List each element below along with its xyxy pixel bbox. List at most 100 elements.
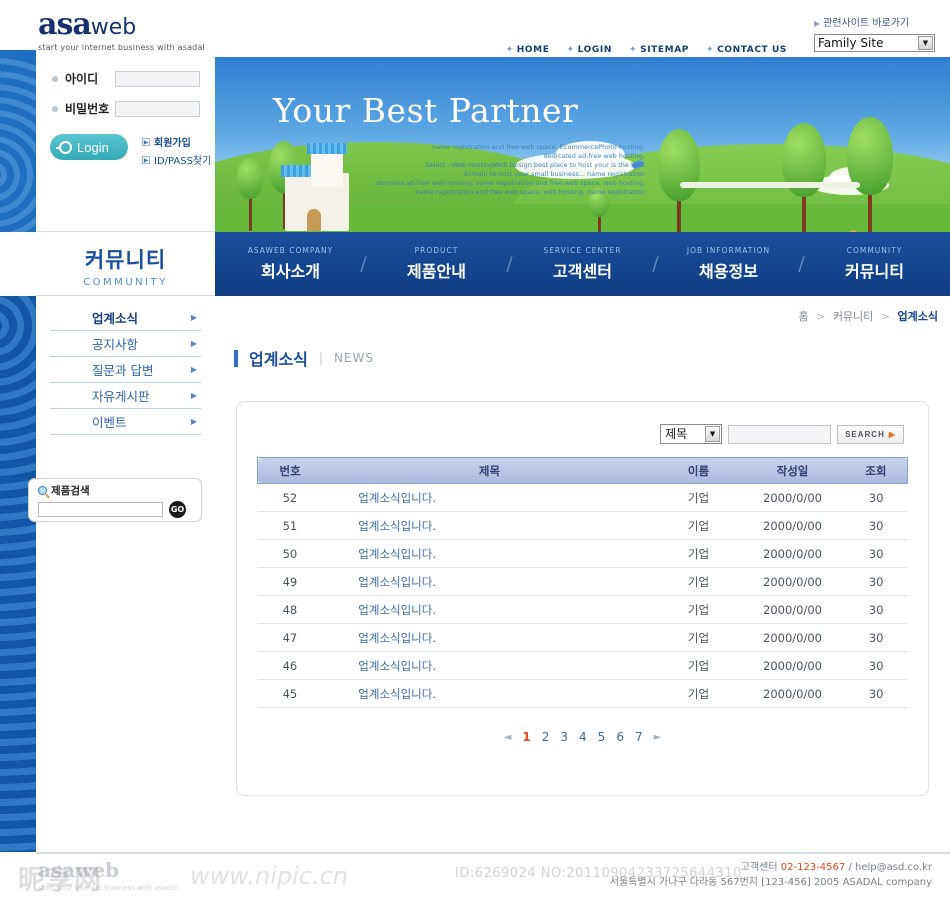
- join-link[interactable]: ▶ 회원가입: [142, 134, 211, 149]
- product-search-input[interactable]: [38, 502, 163, 517]
- nav-item-ko: 고객센터: [553, 262, 612, 281]
- sidebar-item-qna[interactable]: 질문과 답변 ▶: [50, 357, 201, 383]
- search-button[interactable]: SEARCH ▶: [837, 424, 904, 444]
- topnav-item-contact-us[interactable]: ✦ CONTACT US: [706, 45, 787, 55]
- login-button[interactable]: Login: [50, 134, 128, 160]
- cell-subject[interactable]: 업계소식입니다.: [322, 567, 657, 596]
- bullet-icon: ✦: [505, 45, 514, 55]
- pagination-page-3[interactable]: 3: [560, 730, 568, 744]
- pagination-page-5[interactable]: 5: [598, 730, 606, 744]
- table-row[interactable]: 52 업계소식입니다. 기업 2000/0/00 30: [257, 483, 908, 512]
- nav-item-community[interactable]: COMMUNITY 커뮤니티: [816, 246, 934, 282]
- cell-date: 2000/0/00: [740, 679, 845, 708]
- cell-name: 기업: [656, 623, 741, 652]
- triangle-right-icon: ▶: [142, 137, 150, 146]
- pagination-page-1[interactable]: 1: [522, 730, 530, 744]
- login-actions: Login ▶ 회원가입 ▶ ID/PASS찾기: [50, 134, 215, 170]
- product-search-title: 제품검색: [29, 479, 201, 498]
- product-search-go-button[interactable]: GO: [169, 501, 186, 518]
- banner-line: Select --Web HostingWeb Design best plac…: [425, 161, 645, 169]
- top-navigation: ✦ HOME ✦ LOGIN ✦ SITEMAP ✦ CONTACT US: [506, 45, 787, 55]
- topnav-item-sitemap[interactable]: ✦ SITEMAP: [629, 45, 689, 55]
- breadcrumb: 홈 > 커뮤니티 > 업계소식: [215, 296, 950, 324]
- table-row[interactable]: 49 업계소식입니다. 기업 2000/0/00 30: [257, 567, 908, 596]
- site-logo[interactable]: asaweb start your internet business with…: [38, 10, 205, 53]
- chevron-down-icon: ▼: [918, 36, 933, 50]
- flower-basket-decoration: [815, 225, 879, 232]
- topnav-item-login[interactable]: ✦ LOGIN: [566, 45, 612, 55]
- banner-line: name registration and free web space. Ec…: [431, 143, 645, 151]
- pagination-page-6[interactable]: 6: [616, 730, 624, 744]
- table-row[interactable]: 48 업계소식입니다. 기업 2000/0/00 30: [257, 595, 908, 624]
- sidebar-item-free-board[interactable]: 자유게시판 ▶: [50, 383, 201, 409]
- login-password-input[interactable]: [115, 100, 200, 117]
- pagination-page-2[interactable]: 2: [542, 730, 550, 744]
- nav-item-en: ASAWEB COMPANY: [247, 246, 334, 255]
- search-input[interactable]: [728, 424, 832, 444]
- hero-banner: Your Best Partner name registration and …: [215, 57, 950, 232]
- sidebar-item-label: 업계소식: [92, 311, 139, 326]
- sidebar-item-industry-news[interactable]: 업계소식 ▶: [50, 305, 201, 331]
- nav-item-product[interactable]: PRODUCT 제품안내: [378, 246, 496, 282]
- left-rail-middle: [0, 232, 36, 296]
- pagination-next-button[interactable]: ►: [654, 732, 662, 743]
- cell-no: 45: [257, 679, 323, 708]
- cell-no: 46: [257, 651, 323, 680]
- cell-subject[interactable]: 업계소식입니다.: [322, 651, 657, 680]
- site-header: asaweb start your internet business with…: [0, 0, 950, 57]
- nav-item-job-information[interactable]: JOB INFORMATION 채용정보: [670, 246, 788, 282]
- breadcrumb-home[interactable]: 홈: [798, 310, 808, 323]
- cell-name: 기업: [656, 651, 741, 680]
- nav-item-en: JOB INFORMATION: [686, 246, 771, 255]
- table-row[interactable]: 46 업계소식입니다. 기업 2000/0/00 30: [257, 651, 908, 680]
- table-row[interactable]: 45 업계소식입니다. 기업 2000/0/00 30: [257, 679, 908, 708]
- nav-item-company[interactable]: ASAWEB COMPANY 회사소개: [232, 246, 350, 282]
- breadcrumb-parent[interactable]: 커뮤니티: [833, 310, 873, 323]
- nav-item-ko: 제품안내: [407, 262, 466, 281]
- cell-subject[interactable]: 업계소식입니다.: [322, 679, 657, 708]
- chevron-right-icon: ▶: [190, 313, 197, 322]
- watermark-url-text: www.nipic.cn: [190, 862, 348, 890]
- page-root: asaweb start your internet business with…: [0, 0, 950, 898]
- topnav-item-home[interactable]: ✦ HOME: [506, 45, 550, 55]
- nav-separator: /: [360, 253, 367, 275]
- find-id-pass-link[interactable]: ▶ ID/PASS찾기: [142, 152, 211, 167]
- pagination-prev-button[interactable]: ◄: [504, 732, 512, 743]
- plug-icon: [56, 140, 72, 154]
- cell-no: 48: [257, 595, 323, 624]
- footer-email[interactable]: help@asd.co.kr: [855, 862, 932, 873]
- cell-subject[interactable]: 업계소식입니다.: [322, 483, 657, 512]
- cell-hits: 30: [844, 483, 908, 512]
- sidebar-item-notice[interactable]: 공지사항 ▶: [50, 331, 201, 357]
- nav-separator: /: [798, 253, 805, 275]
- product-search-box: 제품검색 GO: [28, 478, 202, 522]
- table-row[interactable]: 50 업계소식입니다. 기업 2000/0/00 30: [257, 539, 908, 568]
- sidebar-item-event[interactable]: 이벤트 ▶: [50, 409, 201, 435]
- cell-subject[interactable]: 업계소식입니다.: [322, 539, 657, 568]
- banner-line: domains ad-free web hosting, name regist…: [376, 179, 645, 187]
- login-pw-label: 비밀번호: [65, 102, 110, 116]
- pagination-page-7[interactable]: 7: [635, 730, 643, 744]
- cell-hits: 30: [844, 679, 908, 708]
- nav-separator: /: [506, 253, 513, 275]
- search-field-select[interactable]: 제목 ▼: [660, 424, 723, 444]
- watermark-cn-text: 昵享网: [18, 865, 102, 896]
- login-id-input[interactable]: [115, 70, 200, 87]
- triangle-right-icon: ▶: [142, 155, 150, 164]
- nav-item-en: COMMUNITY: [846, 246, 903, 255]
- sidebar-item-label: 질문과 답변: [92, 363, 154, 378]
- cell-date: 2000/0/00: [740, 483, 845, 512]
- cell-subject[interactable]: 업계소식입니다.: [322, 511, 657, 540]
- family-site-select[interactable]: Family Site ▼: [814, 34, 935, 52]
- cell-date: 2000/0/00: [740, 595, 845, 624]
- cell-subject[interactable]: 업계소식입니다.: [322, 623, 657, 652]
- table-row[interactable]: 47 업계소식입니다. 기업 2000/0/00 30: [257, 623, 908, 652]
- table-header-row: 번호 제목 이름 작성일 조회: [257, 457, 908, 484]
- pagination-page-4[interactable]: 4: [579, 730, 587, 744]
- table-row[interactable]: 51 업계소식입니다. 기업 2000/0/00 30: [257, 511, 908, 540]
- column-header-date: 작성일: [740, 457, 845, 484]
- cell-subject[interactable]: 업계소식입니다.: [322, 595, 657, 624]
- nav-item-service-center[interactable]: SERVICE CENTER 고객센터: [524, 246, 642, 282]
- column-header-name: 이름: [656, 457, 741, 484]
- cell-no: 51: [257, 511, 323, 540]
